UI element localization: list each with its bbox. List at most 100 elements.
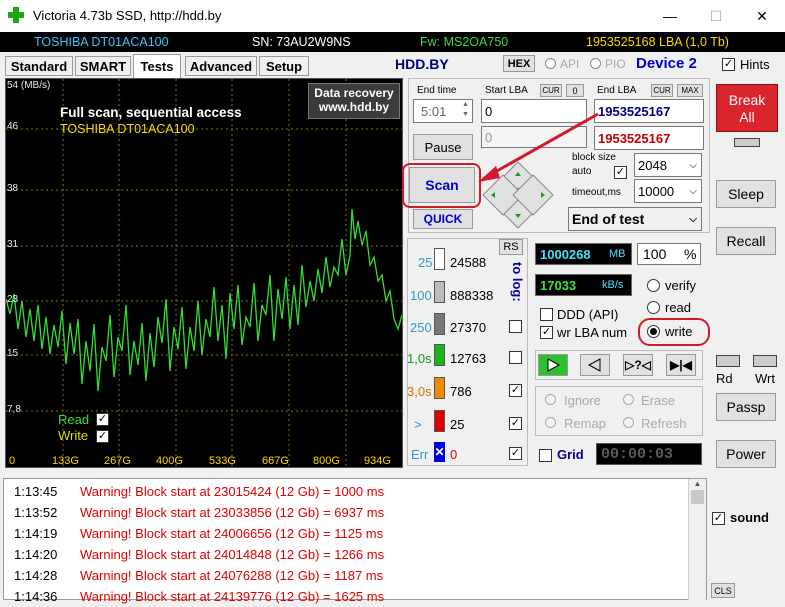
tab-setup[interactable]: Setup — [259, 56, 309, 76]
mb-value: 1000268 — [540, 247, 591, 262]
x-label-800g: 800G — [313, 455, 340, 467]
scroll-thumb[interactable] — [691, 490, 704, 504]
read-radio[interactable] — [647, 301, 660, 314]
x-label-267g: 267G — [104, 455, 131, 467]
scroll-up-icon[interactable]: ▲ — [689, 479, 706, 488]
skip-button[interactable]: ▷?◁ — [623, 354, 653, 376]
y-label-31: 31 — [7, 239, 19, 250]
start-lba-label: Start LBA — [485, 85, 528, 96]
wrlba-label: wr LBA num — [557, 325, 628, 340]
wrlba-checkbox[interactable]: ✓ — [540, 326, 553, 339]
skip-icon: ▷?◁ — [625, 358, 651, 372]
grid-checkbox[interactable] — [539, 449, 552, 462]
log-row: 1:14:19 Warning! Block start at 24006656 … — [8, 523, 688, 544]
erase-radio[interactable] — [623, 394, 634, 405]
ddd-checkbox[interactable] — [540, 308, 553, 321]
recall-button[interactable]: Recall — [716, 227, 776, 255]
tab-smart[interactable]: SMART — [75, 56, 131, 76]
log-message: Warning! Block start at 24076288 (12 Gb)… — [80, 568, 384, 583]
pause-button[interactable]: Pause — [413, 134, 473, 160]
maximize-button[interactable]: ☐ — [693, 0, 739, 32]
grid-label: Grid — [557, 447, 584, 462]
title-bar: Victoria 4.73b SSD, http://hdd.by — ☐ ✕ — [0, 0, 785, 32]
timer-value: 00:00:03 — [601, 446, 674, 463]
remap-radio[interactable] — [545, 417, 556, 428]
log-gt-checkbox[interactable]: ✓ — [509, 417, 522, 430]
log-3s-checkbox[interactable]: ✓ — [509, 384, 522, 397]
start-cur-button[interactable]: CUR — [540, 84, 562, 97]
promo-box[interactable]: Data recovery www.hdd.by — [308, 83, 400, 119]
log-err-checkbox[interactable]: ✓ — [509, 447, 522, 460]
api-radio[interactable] — [545, 58, 556, 69]
log-message: Warning! Block start at 23015424 (12 Gb)… — [80, 484, 385, 499]
tab-advanced[interactable]: Advanced — [185, 56, 257, 76]
stat-swatch-100 — [434, 281, 445, 303]
x-label-133g: 133G — [52, 455, 79, 467]
drive-model: TOSHIBA DT01ACA100 — [34, 35, 169, 49]
hex-button[interactable]: HEX — [503, 55, 535, 72]
play-icon — [547, 358, 560, 372]
tab-tests[interactable]: Tests — [133, 54, 181, 78]
auto-label: auto — [572, 166, 592, 177]
x-label-400g: 400G — [156, 455, 183, 467]
end-lba-readout: 1953525167 — [594, 126, 704, 150]
read-checkbox[interactable]: ✓ — [96, 413, 109, 426]
stat-count-err: 0 — [450, 447, 458, 462]
log-row: 1:13:52 Warning! Block start at 23033856 … — [8, 502, 688, 523]
verify-radio[interactable] — [647, 279, 660, 292]
stat-label-100: 100 — [410, 288, 432, 303]
x-label-667g: 667G — [262, 455, 289, 467]
stat-count-1s: 12763 — [450, 351, 487, 366]
log-scrollbar[interactable]: ▲ — [688, 479, 706, 600]
break-all-button[interactable]: Break All — [716, 84, 778, 132]
log-row: 1:14:28 Warning! Block start at 24076288 … — [8, 565, 688, 586]
timeout-select[interactable]: 10000 ⌵ — [634, 179, 702, 203]
log-time: 1:14:20 — [14, 547, 58, 562]
promo-line1: Data recovery — [314, 86, 394, 100]
read-legend: Read — [58, 412, 90, 427]
graph-canvas — [6, 79, 402, 467]
stat-label-25: 25 — [418, 255, 433, 270]
erase-label: Erase — [641, 393, 675, 408]
ignore-radio[interactable] — [545, 394, 556, 405]
end-max-button[interactable]: MAX — [677, 84, 703, 97]
hints-checkbox[interactable]: ✓ — [722, 58, 735, 71]
refresh-radio[interactable] — [623, 417, 634, 428]
percent-unit: % — [684, 246, 697, 262]
pio-radio[interactable] — [590, 58, 601, 69]
log-1s-checkbox[interactable] — [509, 351, 522, 364]
end-button[interactable]: ▶|◀ — [666, 354, 696, 376]
end-lba-input[interactable]: 1953525167 — [594, 99, 704, 123]
play-button[interactable] — [538, 354, 568, 376]
passp-button[interactable]: Passp — [716, 393, 776, 421]
stat-count-3s: 786 — [450, 384, 472, 399]
auto-checkbox[interactable]: ✓ — [614, 166, 627, 179]
tab-standard[interactable]: Standard — [5, 56, 73, 76]
drive-firmware: Fw: MS2OA750 — [420, 35, 509, 49]
scan-button[interactable]: Scan — [409, 167, 475, 203]
sleep-button[interactable]: Sleep — [716, 180, 776, 208]
stat-swatch-25 — [434, 248, 445, 270]
log-250-checkbox[interactable] — [509, 320, 522, 333]
start-zero-button[interactable]: 0 — [566, 84, 584, 97]
minimize-button[interactable]: — — [647, 0, 693, 32]
log-message: Warning! Block start at 24014848 (12 Gb)… — [80, 547, 385, 562]
quick-button[interactable]: QUICK — [413, 209, 473, 229]
end-cur-button[interactable]: CUR — [651, 84, 673, 97]
write-checkbox[interactable]: ✓ — [96, 430, 109, 443]
rs-button[interactable]: RS — [499, 239, 523, 255]
sound-checkbox[interactable]: ✓ — [712, 512, 725, 525]
ignore-label: Ignore — [564, 393, 601, 408]
cls-button[interactable]: CLS — [711, 583, 735, 598]
close-button[interactable]: ✕ — [739, 0, 785, 32]
back-button[interactable] — [580, 354, 610, 376]
stat-count-250: 27370 — [450, 320, 487, 335]
hints-label: Hints — [740, 57, 770, 72]
y-label-46: 46 — [7, 121, 19, 132]
power-button[interactable]: Power — [716, 440, 776, 468]
end-lba-label: End LBA — [597, 85, 637, 96]
write-radio[interactable] — [647, 325, 660, 338]
stat-count-25: 24588 — [450, 255, 487, 270]
end-of-test-select[interactable]: End of test ⌵ — [568, 207, 702, 231]
block-size-select[interactable]: 2048 ⌵ — [634, 153, 702, 177]
